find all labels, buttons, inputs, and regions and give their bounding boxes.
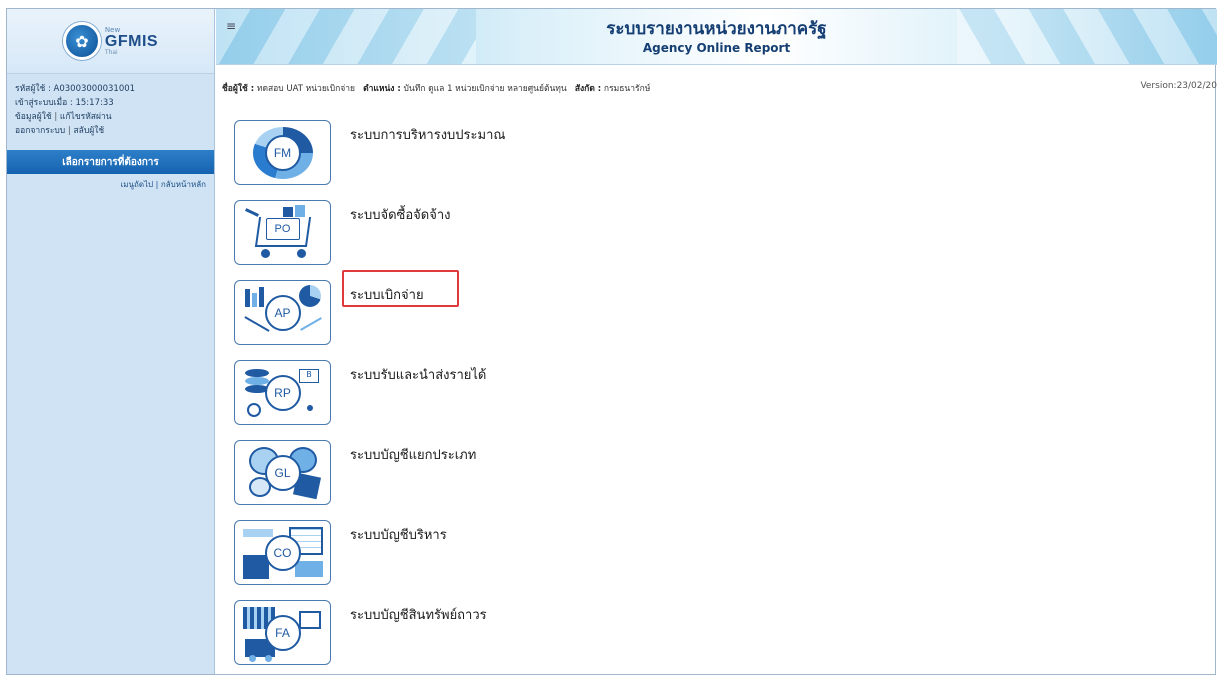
logo-area: ✿ New GFMIS Thai <box>7 9 214 74</box>
switch-user-link[interactable]: สลับผู้ใช้ <box>73 126 104 136</box>
calculator-icon[interactable]: CO <box>234 520 331 585</box>
system-label[interactable]: ระบบบัญชีแยกประเภท <box>350 444 476 465</box>
user-id: รหัสผู้ใช้ : A03003000031001 <box>15 84 136 94</box>
next-menu-link[interactable]: เมนูถัดไป <box>121 180 154 189</box>
system-code: FA <box>264 614 301 651</box>
department-label: สังกัด : <box>574 84 602 94</box>
system-item-fa: FA ระบบบัญชีสินทรัพย์ถาวร <box>234 600 634 670</box>
user-name-label: ชื่อผู้ใช้ : <box>222 84 255 94</box>
menu-header: เลือกรายการที่ต้องการ <box>7 150 214 174</box>
system-label[interactable]: ระบบการบริหารงบประมาณ <box>350 124 505 145</box>
chart-icon[interactable]: AP <box>234 280 331 345</box>
system-code: GL <box>264 454 301 491</box>
system-code: AP <box>264 294 301 331</box>
logo-name-text: GFMIS <box>104 32 159 50</box>
building-icon[interactable]: FA <box>234 600 331 665</box>
profile-link[interactable]: ข้อมูลผู้ใช้ <box>15 112 52 122</box>
version-text: Version:23/02/20 <box>1140 81 1217 91</box>
system-label[interactable]: ระบบรับและนำส่งรายได้ <box>350 364 486 385</box>
system-label[interactable]: ระบบบัญชีบริหาร <box>350 524 447 545</box>
position-label: ตำแหน่ง : <box>363 84 401 94</box>
page-title: ระบบรายงานหน่วยงานภาครัฐ <box>606 19 827 39</box>
page-header: ≡ ระบบรายงานหน่วยงานภาครัฐ Agency Online… <box>216 9 1217 65</box>
change-password-link[interactable]: แก้ไขรหัสผ่าน <box>60 112 112 122</box>
system-code: PO <box>265 217 300 240</box>
highlight-box-ap <box>342 270 459 307</box>
system-item-fm: FM ระบบการบริหารงบประมาณ <box>234 120 634 190</box>
user-name-value: ทดสอบ UAT หน่วยเบิกจ่าย <box>256 84 355 94</box>
position-value: บันทึก ดูแล 1 หน่วยเบิกจ่าย หลายศูนย์ต้น… <box>403 84 567 94</box>
login-time: เข้าสู่ระบบเมื่อ : 15:17:33 <box>15 98 114 108</box>
shopping-cart-icon[interactable]: PO <box>234 200 331 265</box>
gfmis-emblem-icon: ✿ <box>62 22 101 60</box>
system-item-co: CO ระบบบัญชีบริหาร <box>234 520 634 590</box>
user-info: รหัสผู้ใช้ : A03003000031001 เข้าสู่ระบบ… <box>7 74 214 138</box>
sidebar: ✿ New GFMIS Thai รหัสผู้ใช้ : A030030000… <box>7 9 215 674</box>
system-label[interactable]: ระบบบัญชีสินทรัพย์ถาวร <box>350 604 487 625</box>
coins-icon[interactable]: B RP <box>234 360 331 425</box>
department-value: กรมธนารักษ์ <box>603 84 651 94</box>
system-code: RP <box>264 374 301 411</box>
budget-icon[interactable]: FM <box>234 120 331 185</box>
logo-sub-text: Thai <box>104 48 118 56</box>
system-item-gl: GL ระบบบัญชีแยกประเภท <box>234 440 634 510</box>
menu-links: เมนูถัดไป | กลับหน้าหลัก <box>120 180 207 189</box>
gfmis-logo: ✿ New GFMIS Thai <box>62 22 159 60</box>
system-code: FM <box>264 134 301 171</box>
ledger-icon[interactable]: GL <box>234 440 331 505</box>
user-info-bar: ชื่อผู้ใช้ : ทดสอบ UAT หน่วยเบิกจ่าย ตำแ… <box>216 65 1217 107</box>
system-item-rp: B RP ระบบรับและนำส่งรายได้ <box>234 360 634 430</box>
system-item-po: PO ระบบจัดซื้อจัดจ้าง <box>234 200 634 270</box>
back-home-link[interactable]: กลับหน้าหลัก <box>161 180 206 189</box>
page-subtitle: Agency Online Report <box>642 41 791 55</box>
system-label[interactable]: ระบบจัดซื้อจัดจ้าง <box>350 204 450 225</box>
logout-link[interactable]: ออกจากระบบ <box>15 126 65 136</box>
system-code: CO <box>264 534 301 571</box>
